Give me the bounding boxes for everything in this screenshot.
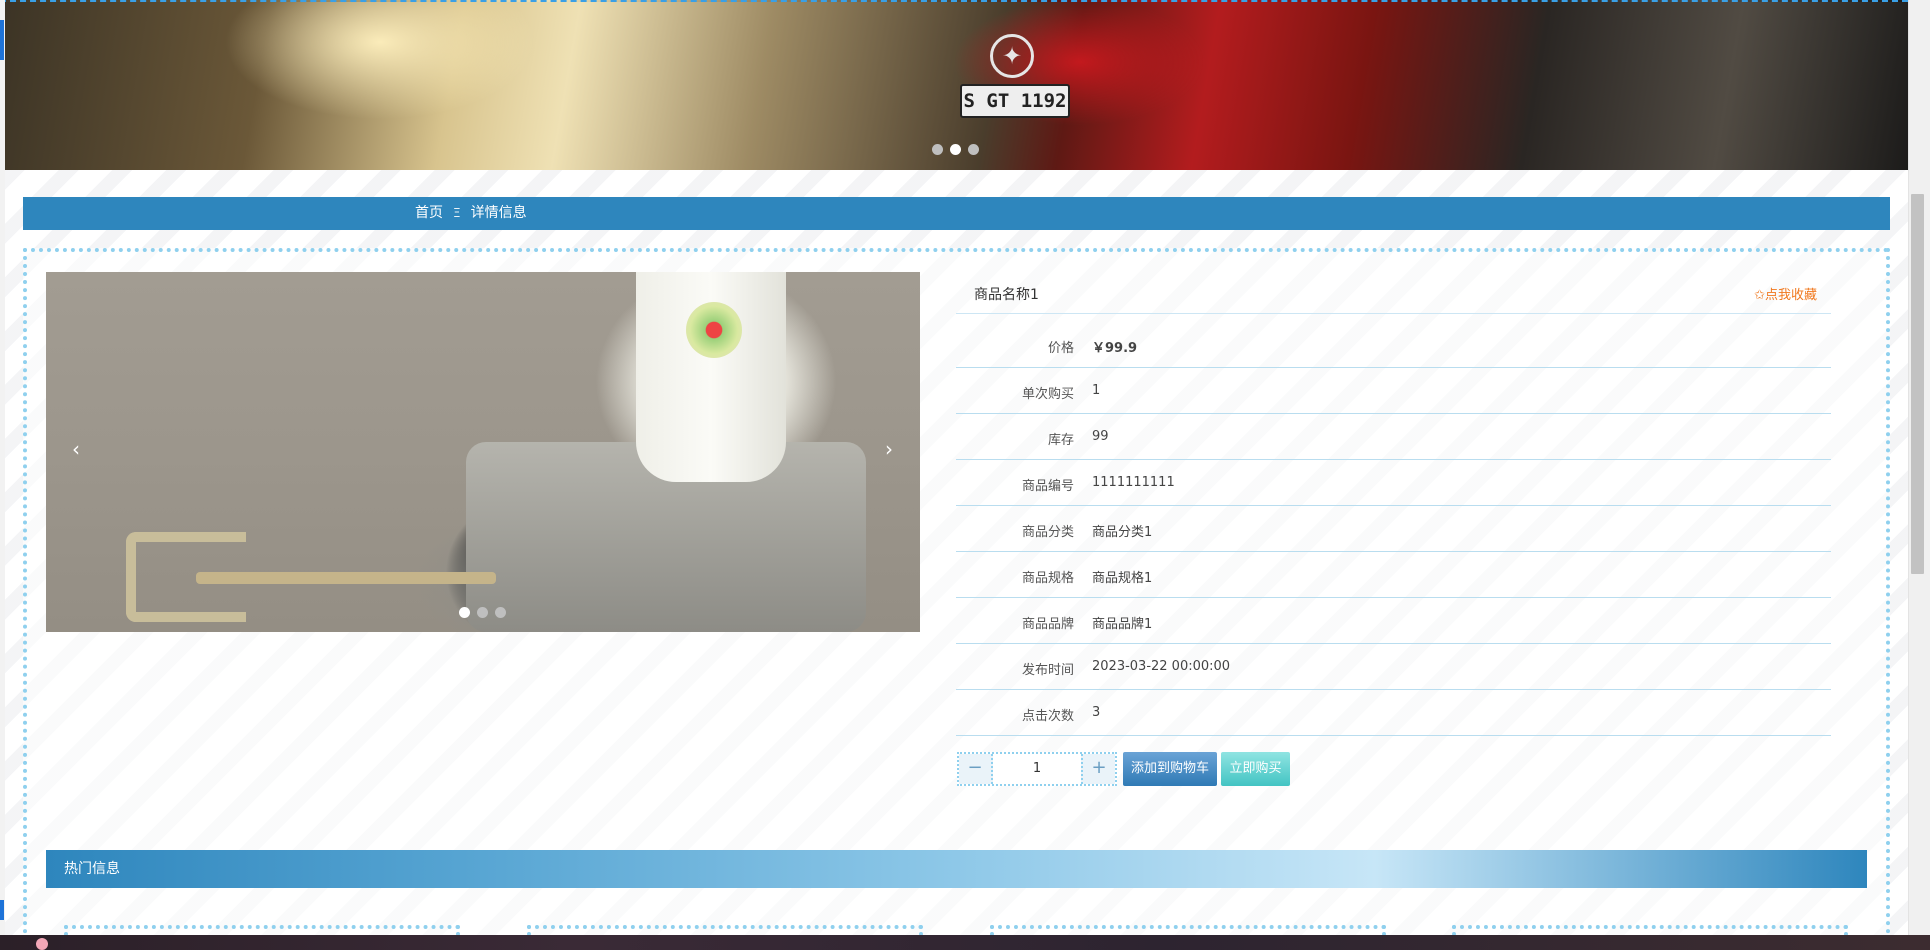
quantity-increase-button[interactable]: + bbox=[1081, 754, 1115, 784]
field-row-price: 价格 ￥99.9 bbox=[956, 322, 1831, 368]
quantity-decrease-button[interactable]: − bbox=[959, 754, 993, 784]
gallery-carousel-dots bbox=[459, 607, 506, 618]
breadcrumb-current: 详情信息 bbox=[470, 205, 527, 221]
carousel-next-icon[interactable]: › bbox=[877, 438, 901, 462]
field-row-single-purchase: 单次购买 1 bbox=[956, 368, 1831, 414]
field-label: 发布时间 bbox=[1021, 663, 1074, 678]
field-label: 商品品牌 bbox=[1021, 617, 1074, 632]
os-taskbar bbox=[0, 935, 1930, 950]
collect-button[interactable]: ✩点我收藏 bbox=[1754, 284, 1817, 303]
field-label: 商品分类 bbox=[1021, 525, 1074, 540]
field-value: 99 bbox=[1092, 429, 1109, 444]
field-row-spec: 商品规格 商品规格1 bbox=[956, 552, 1831, 598]
product-image-carousel[interactable] bbox=[46, 272, 920, 632]
field-value: 商品品牌1 bbox=[1092, 617, 1153, 632]
product-title-row: 商品名称1 ✩点我收藏 bbox=[956, 272, 1831, 314]
field-label: 商品规格 bbox=[1021, 571, 1074, 586]
gallery-dot-3[interactable] bbox=[495, 607, 506, 618]
quantity-input[interactable]: 1 bbox=[993, 754, 1081, 784]
product-name: 商品名称1 bbox=[974, 287, 1039, 303]
field-value: 1111111111 bbox=[1092, 475, 1175, 490]
field-row-stock: 库存 99 bbox=[956, 414, 1831, 460]
page: ✦ S GT 1192 首页 Ξ 详情信息 ‹ › 商品名称1 ✩点我收藏 价格… bbox=[0, 0, 1930, 950]
hero-carousel-dots bbox=[932, 144, 979, 155]
field-value-price: ￥99.9 bbox=[1092, 341, 1138, 356]
breadcrumb-separator-icon: Ξ bbox=[453, 206, 461, 220]
product-photo-rod bbox=[196, 572, 496, 584]
field-label: 单次购买 bbox=[1021, 387, 1074, 402]
gallery-dot-1[interactable] bbox=[459, 607, 470, 618]
license-plate: S GT 1192 bbox=[960, 84, 1070, 118]
field-value: 商品规格1 bbox=[1092, 571, 1153, 586]
taskbar-app-icon[interactable] bbox=[36, 938, 48, 950]
quantity-stepper: − 1 + bbox=[957, 752, 1117, 786]
buy-now-button[interactable]: 立即购买 bbox=[1221, 752, 1290, 786]
page-scrollbar-thumb[interactable] bbox=[1911, 194, 1924, 574]
field-label: 库存 bbox=[1047, 433, 1074, 448]
hot-info-header: 热门信息 bbox=[46, 850, 1867, 888]
field-value: 3 bbox=[1092, 705, 1101, 720]
hero-banner: ✦ S GT 1192 bbox=[0, 0, 1908, 170]
field-label: 价格 bbox=[1047, 341, 1074, 356]
carousel-prev-icon[interactable]: ‹ bbox=[64, 438, 88, 462]
add-to-cart-button[interactable]: 添加到购物车 bbox=[1123, 752, 1217, 786]
car-logo-icon: ✦ bbox=[990, 34, 1034, 78]
field-row-code: 商品编号 1111111111 bbox=[956, 460, 1831, 506]
field-value: 1 bbox=[1092, 383, 1101, 398]
field-row-brand: 商品品牌 商品品牌1 bbox=[956, 598, 1831, 644]
gallery-dot-2[interactable] bbox=[477, 607, 488, 618]
field-value: 2023-03-22 00:00:00 bbox=[1092, 659, 1231, 674]
field-value: 商品分类1 bbox=[1092, 525, 1153, 540]
hero-dot-1[interactable] bbox=[932, 144, 943, 155]
breadcrumb-home-link[interactable]: 首页 bbox=[415, 197, 443, 230]
field-row-publish-time: 发布时间 2023-03-22 00:00:00 bbox=[956, 644, 1831, 690]
field-label: 商品编号 bbox=[1021, 479, 1074, 494]
hero-dot-2[interactable] bbox=[950, 144, 961, 155]
field-row-click-count: 点击次数 3 bbox=[956, 690, 1831, 736]
field-label: 点击次数 bbox=[1021, 709, 1074, 724]
product-photo-sticker bbox=[686, 302, 742, 358]
hero-dot-3[interactable] bbox=[968, 144, 979, 155]
breadcrumb: 首页 Ξ 详情信息 bbox=[23, 197, 1890, 230]
field-row-category: 商品分类 商品分类1 bbox=[956, 506, 1831, 552]
